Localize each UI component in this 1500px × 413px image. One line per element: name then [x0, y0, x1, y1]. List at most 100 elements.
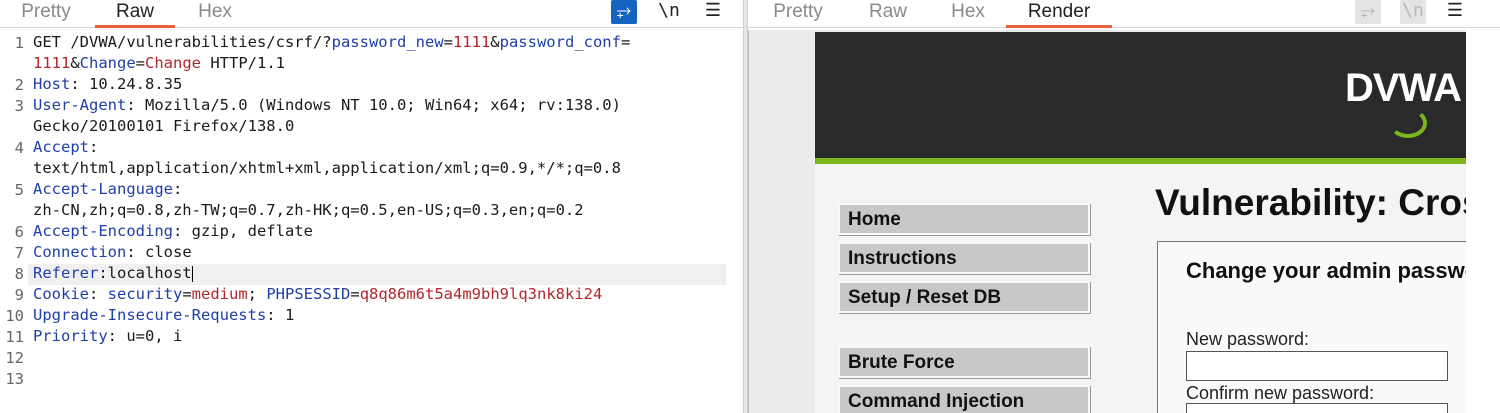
cookie-value: medium	[191, 285, 248, 303]
header-key: Connection	[33, 243, 127, 261]
newline-toggle-icon: \n	[1400, 0, 1426, 24]
confirm-password-field[interactable]	[1186, 403, 1448, 413]
header-cookie: Cookie: security=medium; PHPSESSID=q8q86…	[33, 284, 602, 305]
csrf-form-box: Change your admin password: New password…	[1157, 241, 1467, 413]
menu-setup-reset-db[interactable]: Setup / Reset DB	[838, 281, 1090, 313]
param-eq: =	[135, 54, 146, 72]
menu-home[interactable]: Home	[838, 203, 1090, 235]
tab-hex[interactable]: Hex	[175, 0, 255, 28]
line-number: 5	[14, 181, 24, 199]
header-host: Host: 10.24.8.35	[33, 74, 182, 95]
header-value: : 1	[266, 306, 295, 324]
header-colon: :	[89, 285, 108, 303]
cookie-value: q8q86m6t5a4m9bh9lq3nk8ki24	[359, 285, 603, 303]
tab-render[interactable]: Render	[1006, 0, 1112, 28]
header-key: Accept	[33, 138, 89, 156]
line-number: 8	[14, 265, 24, 283]
header-key: Accept-Encoding	[33, 222, 173, 240]
header-key: User-Agent	[33, 96, 127, 114]
render-view: DVWA Home Instructions Setup / Reset DB …	[748, 30, 1500, 413]
param-key: password_new	[331, 33, 444, 51]
line-number: 3	[14, 97, 24, 115]
cookie-key: security	[107, 285, 183, 303]
new-password-label: New password:	[1186, 329, 1310, 349]
header-key: Host	[33, 75, 71, 93]
menu-icon[interactable]: ☰	[699, 0, 727, 24]
line-number: 9	[14, 286, 24, 304]
header-value: : close	[126, 243, 192, 261]
dvwa-logo: DVWA	[1345, 66, 1462, 110]
param-amp: &	[70, 54, 80, 72]
cookie-eq: =	[350, 285, 360, 303]
new-password-field[interactable]	[1186, 351, 1448, 381]
header-key: Accept-Language	[33, 180, 173, 198]
protocol: HTTP/1.1	[201, 54, 286, 72]
param-value: Change	[145, 54, 202, 72]
request-line: GET /DVWA/vulnerabilities/csrf/?password…	[33, 32, 630, 53]
header-key: Priority	[33, 327, 108, 345]
newline-toggle-icon[interactable]: \n	[655, 0, 683, 24]
word-wrap-icon[interactable]: ⥅	[611, 0, 637, 24]
menu-icon[interactable]: ☰	[1441, 0, 1469, 24]
render-scrollbar[interactable]	[1466, 30, 1500, 413]
logo-swoosh-icon	[1389, 108, 1427, 138]
cookie-sep: ;	[247, 285, 267, 303]
menu-command-injection[interactable]: Command Injection	[838, 385, 1090, 413]
header-accept: Accept:	[33, 137, 98, 158]
cookie-key: PHPSESSID	[266, 285, 351, 303]
line-number: 11	[5, 328, 24, 346]
line-number: 1	[14, 34, 24, 52]
header-user-agent-cont: Gecko/20100101 Firefox/138.0	[33, 117, 295, 135]
method-path: GET /DVWA/vulnerabilities/csrf/?	[33, 33, 332, 51]
request-tabbar: Pretty Raw Hex ⥅ \n ☰	[0, 0, 743, 28]
line-number: 12	[5, 349, 24, 367]
request-pane: Pretty Raw Hex ⥅ \n ☰ 1 2 3 4 5 6 7 8 9 …	[0, 0, 743, 413]
param-value: 1111	[33, 54, 71, 72]
response-tabbar: Pretty Raw Hex Render ⥅ \n ☰	[748, 0, 1500, 28]
header-key: Cookie	[33, 285, 89, 303]
header-accept-value: text/html,application/xhtml+xml,applicat…	[33, 159, 621, 177]
tab-pretty[interactable]: Pretty	[6, 0, 86, 28]
line-number: 7	[14, 244, 24, 262]
request-line-cont: 1111&Change=Change HTTP/1.1	[33, 53, 285, 74]
menu-brute-force[interactable]: Brute Force	[838, 346, 1090, 378]
line-number: 6	[14, 223, 24, 241]
header-upgrade-insecure: Upgrade-Insecure-Requests: 1	[33, 305, 294, 326]
text-cursor	[191, 265, 193, 282]
param-value: 1111	[452, 33, 491, 51]
line-number: 10	[5, 307, 24, 325]
header-value: : gzip, deflate	[172, 222, 313, 240]
param-eq: =	[443, 33, 453, 51]
tab-raw[interactable]: Raw	[848, 0, 928, 28]
param-key: Change	[79, 54, 136, 72]
tab-raw[interactable]: Raw	[95, 0, 175, 28]
header-user-agent: User-Agent: Mozilla/5.0 (Windows NT 10.0…	[33, 95, 621, 116]
header-value: : Mozilla/5.0 (Windows NT 10.0; Win64; x…	[126, 96, 621, 114]
form-heading: Change your admin password:	[1186, 258, 1467, 283]
word-wrap-icon: ⥅	[1355, 0, 1381, 24]
header-accept-language-value: zh-CN,zh;q=0.8,zh-TW;q=0.7,zh-HK;q=0.5,e…	[33, 201, 584, 219]
param-eq: =	[620, 33, 631, 51]
confirm-password-label: Confirm new password:	[1186, 383, 1375, 403]
line-number: 4	[14, 139, 24, 157]
header-accept-encoding: Accept-Encoding: gzip, deflate	[33, 221, 313, 242]
tab-pretty[interactable]: Pretty	[758, 0, 838, 28]
line-number: 13	[5, 370, 24, 388]
header-connection: Connection: close	[33, 242, 192, 263]
header-value: : 10.24.8.35	[70, 75, 183, 93]
param-key: password_conf	[499, 33, 621, 51]
header-referer: Referer:localhost	[33, 263, 193, 284]
header-key: Referer	[33, 264, 99, 282]
header-colon: :	[172, 180, 183, 198]
header-priority: Priority: u=0, i	[33, 326, 182, 347]
tab-hex[interactable]: Hex	[928, 0, 1008, 28]
header-colon: :	[89, 138, 99, 156]
menu-instructions[interactable]: Instructions	[838, 242, 1090, 274]
param-amp: &	[490, 33, 500, 51]
response-pane: Pretty Raw Hex Render ⥅ \n ☰ DVWA Home I…	[748, 0, 1500, 413]
header-key: Upgrade-Insecure-Requests	[33, 306, 267, 324]
cookie-eq: =	[182, 285, 192, 303]
page-title: Vulnerability: Cross Site Request Forger…	[1155, 182, 1467, 223]
line-number: 2	[14, 76, 24, 94]
header-value: : u=0, i	[107, 327, 183, 345]
